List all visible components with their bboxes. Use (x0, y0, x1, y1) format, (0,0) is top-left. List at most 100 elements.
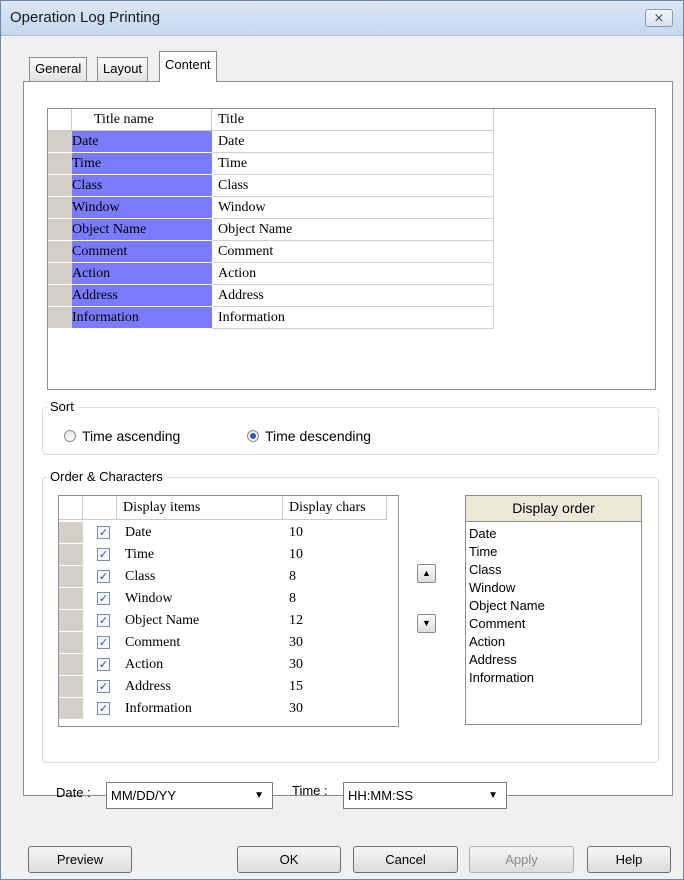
preview-button[interactable]: Preview (28, 846, 132, 873)
display-chars-cell[interactable]: 30 (289, 698, 303, 720)
display-order-item[interactable]: Time (466, 543, 641, 561)
sort-group-label: Sort (47, 399, 77, 414)
move-down-button[interactable]: ▼ (417, 614, 436, 633)
title-cell[interactable]: Object Name (212, 219, 494, 241)
display-item-checkbox[interactable]: ✓ (97, 592, 110, 605)
title-cell[interactable]: Date (212, 131, 494, 153)
title-name-cell[interactable]: Object Name (72, 219, 212, 241)
radio-time-descending[interactable]: Time descending (247, 428, 371, 444)
title-cell[interactable]: Address (212, 285, 494, 307)
display-chars-cell[interactable]: 10 (289, 544, 303, 566)
tab-general[interactable]: General (29, 57, 88, 81)
display-chars-cell[interactable]: 30 (289, 632, 303, 654)
title-cell[interactable]: Comment (212, 241, 494, 263)
row-header[interactable] (59, 544, 83, 566)
column-header-title[interactable]: Title (212, 109, 494, 131)
column-header-title-name[interactable]: Title name (72, 109, 212, 131)
display-order-item[interactable]: Window (466, 579, 641, 597)
display-order-item[interactable]: Class (466, 561, 641, 579)
title-name-cell[interactable]: Date (72, 131, 212, 153)
display-chars-cell[interactable]: 30 (289, 654, 303, 676)
display-item-checkbox[interactable]: ✓ (97, 614, 110, 627)
display-order-item[interactable]: Comment (466, 615, 641, 633)
display-order-item[interactable]: Information (466, 669, 641, 687)
row-header[interactable] (48, 219, 72, 241)
row-header[interactable] (59, 522, 83, 544)
title-cell[interactable]: Information (212, 307, 494, 329)
display-chars-cell[interactable]: 8 (289, 588, 296, 610)
display-item-name: Date (125, 525, 152, 540)
row-header[interactable] (59, 588, 83, 610)
display-chars-cell[interactable]: 12 (289, 610, 303, 632)
row-header[interactable] (48, 131, 72, 153)
row-header[interactable] (48, 285, 72, 307)
display-item-checkbox[interactable]: ✓ (97, 702, 110, 715)
title-name-cell[interactable]: Comment (72, 241, 212, 263)
window-title: Operation Log Printing (10, 9, 161, 26)
display-items-grid[interactable]: Display items Display chars ✓ Date 10 ✓ Time… (58, 495, 399, 727)
order-characters-group-label: Order & Characters (47, 469, 166, 484)
column-header-display-items[interactable]: Display items (117, 496, 283, 520)
display-order-item[interactable]: Action (466, 633, 641, 651)
title-cell[interactable]: Action (212, 263, 494, 285)
row-header[interactable] (59, 654, 83, 676)
time-format-label: Time : (292, 783, 328, 798)
display-item-checkbox[interactable]: ✓ (97, 636, 110, 649)
display-item-name: Information (125, 701, 192, 716)
row-header[interactable] (59, 698, 83, 720)
display-order-item[interactable]: Object Name (466, 597, 641, 615)
cancel-button[interactable]: Cancel (353, 846, 458, 873)
time-format-value: HH:MM:SS (348, 788, 413, 803)
row-header[interactable] (48, 241, 72, 263)
title-name-cell[interactable]: Time (72, 153, 212, 175)
title-grid[interactable]: Title name Title Date Date Time Time Class Cl… (47, 108, 656, 390)
row-header[interactable] (59, 676, 83, 698)
time-format-select[interactable]: HH:MM:SS ▼ (343, 782, 507, 809)
title-name-cell[interactable]: Action (72, 263, 212, 285)
display-order-item[interactable]: Address (466, 651, 641, 669)
title-cell[interactable]: Class (212, 175, 494, 197)
row-header[interactable] (48, 263, 72, 285)
row-header[interactable] (48, 153, 72, 175)
display-order-item[interactable]: Date (466, 525, 641, 543)
column-header-display-chars[interactable]: Display chars (283, 496, 387, 520)
help-button[interactable]: Help (587, 846, 671, 873)
radio-indicator-selected[interactable] (247, 430, 259, 442)
radio-label-time-descending: Time descending (265, 428, 372, 444)
display-chars-cell[interactable]: 8 (289, 566, 296, 588)
tab-content[interactable]: Content (159, 51, 217, 82)
title-name-cell[interactable]: Window (72, 197, 212, 219)
title-name-cell[interactable]: Information (72, 307, 212, 329)
move-up-button[interactable]: ▲ (417, 564, 436, 583)
display-item-checkbox[interactable]: ✓ (97, 548, 110, 561)
display-item-name: Class (125, 569, 156, 584)
display-item-checkbox[interactable]: ✓ (97, 570, 110, 583)
arrow-down-icon: ▼ (422, 618, 431, 628)
display-chars-cell[interactable]: 10 (289, 522, 303, 544)
date-format-value: MM/DD/YY (111, 788, 176, 803)
radio-time-ascending[interactable]: Time ascending (64, 428, 180, 444)
title-name-cell[interactable]: Class (72, 175, 212, 197)
row-header[interactable] (59, 566, 83, 588)
row-header[interactable] (59, 610, 83, 632)
tab-layout[interactable]: Layout (97, 57, 149, 81)
title-cell[interactable]: Window (212, 197, 494, 219)
display-chars-cell[interactable]: 15 (289, 676, 303, 698)
ok-button[interactable]: OK (237, 846, 341, 873)
display-item-checkbox[interactable]: ✓ (97, 680, 110, 693)
row-header[interactable] (48, 175, 72, 197)
grid-corner (48, 109, 72, 131)
close-button[interactable]: ⨯ (645, 9, 673, 27)
row-header[interactable] (48, 307, 72, 329)
display-order-list[interactable]: Display order Date Time Class Window Object … (465, 495, 642, 725)
display-item-checkbox[interactable]: ✓ (97, 658, 110, 671)
apply-button[interactable]: Apply (469, 846, 574, 873)
title-cell[interactable]: Time (212, 153, 494, 175)
title-name-cell[interactable]: Address (72, 285, 212, 307)
row-header[interactable] (59, 632, 83, 654)
date-format-select[interactable]: MM/DD/YY ▼ (106, 782, 273, 809)
display-item-checkbox[interactable]: ✓ (97, 526, 110, 539)
grid-corner (59, 496, 83, 520)
row-header[interactable] (48, 197, 72, 219)
radio-indicator[interactable] (64, 430, 76, 442)
